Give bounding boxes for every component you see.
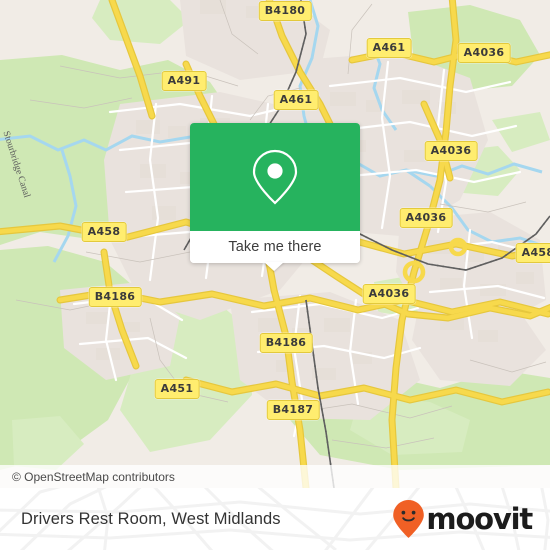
road-shield: A458 — [81, 222, 127, 242]
moovit-wordmark: moovit — [426, 501, 533, 536]
road-shield: A458 — [515, 243, 550, 263]
moovit-smiley-pin-icon — [393, 500, 425, 538]
road-shield: A4036 — [399, 208, 453, 228]
callout-pointer — [264, 262, 284, 271]
road-shield: A4036 — [424, 141, 478, 161]
moovit-place-card: .land { fill:#f1ece6; } .green { fill:#c… — [0, 0, 550, 550]
road-shield: A461 — [273, 90, 319, 110]
road-shield: A4036 — [362, 284, 416, 304]
road-shield: A4036 — [457, 43, 511, 63]
road-shield: A451 — [154, 379, 200, 399]
callout-action-area[interactable]: Take me there — [190, 231, 360, 263]
road-shield: B4186 — [259, 333, 313, 353]
map-attribution-bar: © OpenStreetMap contributors — [0, 465, 550, 488]
place-callout-card[interactable]: Take me there — [190, 123, 360, 263]
footer-bar: Drivers Rest Room, West Midlands moovit — [0, 488, 550, 550]
osm-attribution-text[interactable]: © OpenStreetMap contributors — [0, 470, 175, 484]
map-pin-icon — [252, 149, 298, 205]
road-shield: B4187 — [266, 400, 320, 420]
callout-icon-area — [190, 123, 360, 231]
road-shield: B4180 — [258, 1, 312, 21]
road-shield: A461 — [366, 38, 412, 58]
take-me-there-label: Take me there — [228, 239, 322, 255]
place-title: Drivers Rest Room, West Midlands — [21, 509, 281, 528]
moovit-brand-logo[interactable]: moovit — [392, 499, 533, 539]
road-shield: A491 — [161, 71, 207, 91]
map-canvas[interactable]: .land { fill:#f1ece6; } .green { fill:#c… — [0, 0, 550, 488]
road-shield: B4186 — [88, 287, 142, 307]
